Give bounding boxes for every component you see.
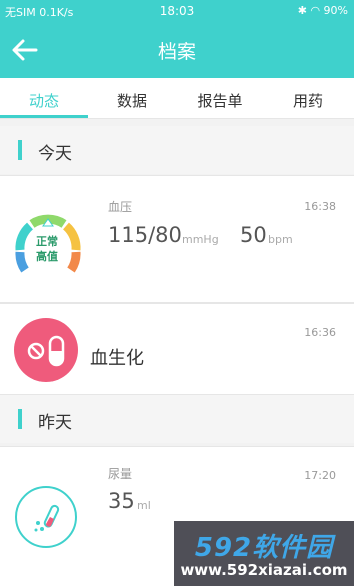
section-marker	[18, 409, 22, 429]
section-yesterday: 昨天	[0, 395, 354, 443]
tab-medication[interactable]: 用药	[264, 90, 352, 111]
watermark: 592软件园 www.592xiazai.com	[174, 521, 354, 586]
gauge-label-normal: 正常	[36, 235, 58, 248]
section-today: 今天	[0, 126, 354, 174]
gauge-label-high: 高值	[36, 250, 58, 263]
biochem-label: 血生化	[90, 348, 144, 369]
bp-label: 血压	[108, 200, 133, 214]
section-marker	[18, 140, 22, 160]
bluetooth-icon: ✱	[297, 4, 307, 17]
tab-reports[interactable]: 报告单	[176, 90, 264, 111]
status-bar: 无SIM 0.1K/s 18:03 ✱ ◠ 90%	[0, 0, 354, 22]
section-title-yesterday: 昨天	[38, 413, 72, 433]
watermark-brand: 592软件园	[194, 533, 334, 563]
watermark-url: www.592xiazai.com	[180, 561, 348, 579]
pill-icon	[14, 318, 78, 382]
urine-label: 尿量	[108, 467, 133, 481]
pulse-unit: bpm	[268, 233, 293, 246]
biochem-card[interactable]: 血生化 16:36	[0, 303, 354, 395]
pulse-value: 50	[240, 223, 267, 247]
blood-pressure-card[interactable]: 正常 高值 血压 16:38 115/80 mmHg 50 bpm	[0, 175, 354, 303]
active-tab-indicator	[0, 115, 88, 118]
bp-value: 115/80	[108, 223, 182, 247]
tab-bar: 动态 数据 报告单 用药	[0, 78, 354, 119]
nav-bar: 档案	[0, 22, 354, 78]
urine-unit: ml	[137, 499, 151, 512]
bp-time: 16:38	[304, 200, 336, 213]
urine-time: 17:20	[304, 469, 336, 482]
test-tube-icon	[15, 486, 77, 548]
urine-value: 35	[108, 489, 135, 513]
tab-data[interactable]: 数据	[88, 90, 176, 111]
status-right: ✱ ◠ 90%	[298, 4, 348, 17]
section-title-today: 今天	[38, 144, 72, 164]
bp-unit: mmHg	[182, 233, 219, 246]
page-title: 档案	[157, 41, 196, 63]
biochem-time: 16:36	[304, 326, 336, 339]
tab-dynamic[interactable]: 动态	[0, 90, 88, 111]
wifi-icon: ◠	[310, 4, 321, 17]
battery-percent: 90%	[323, 4, 348, 17]
